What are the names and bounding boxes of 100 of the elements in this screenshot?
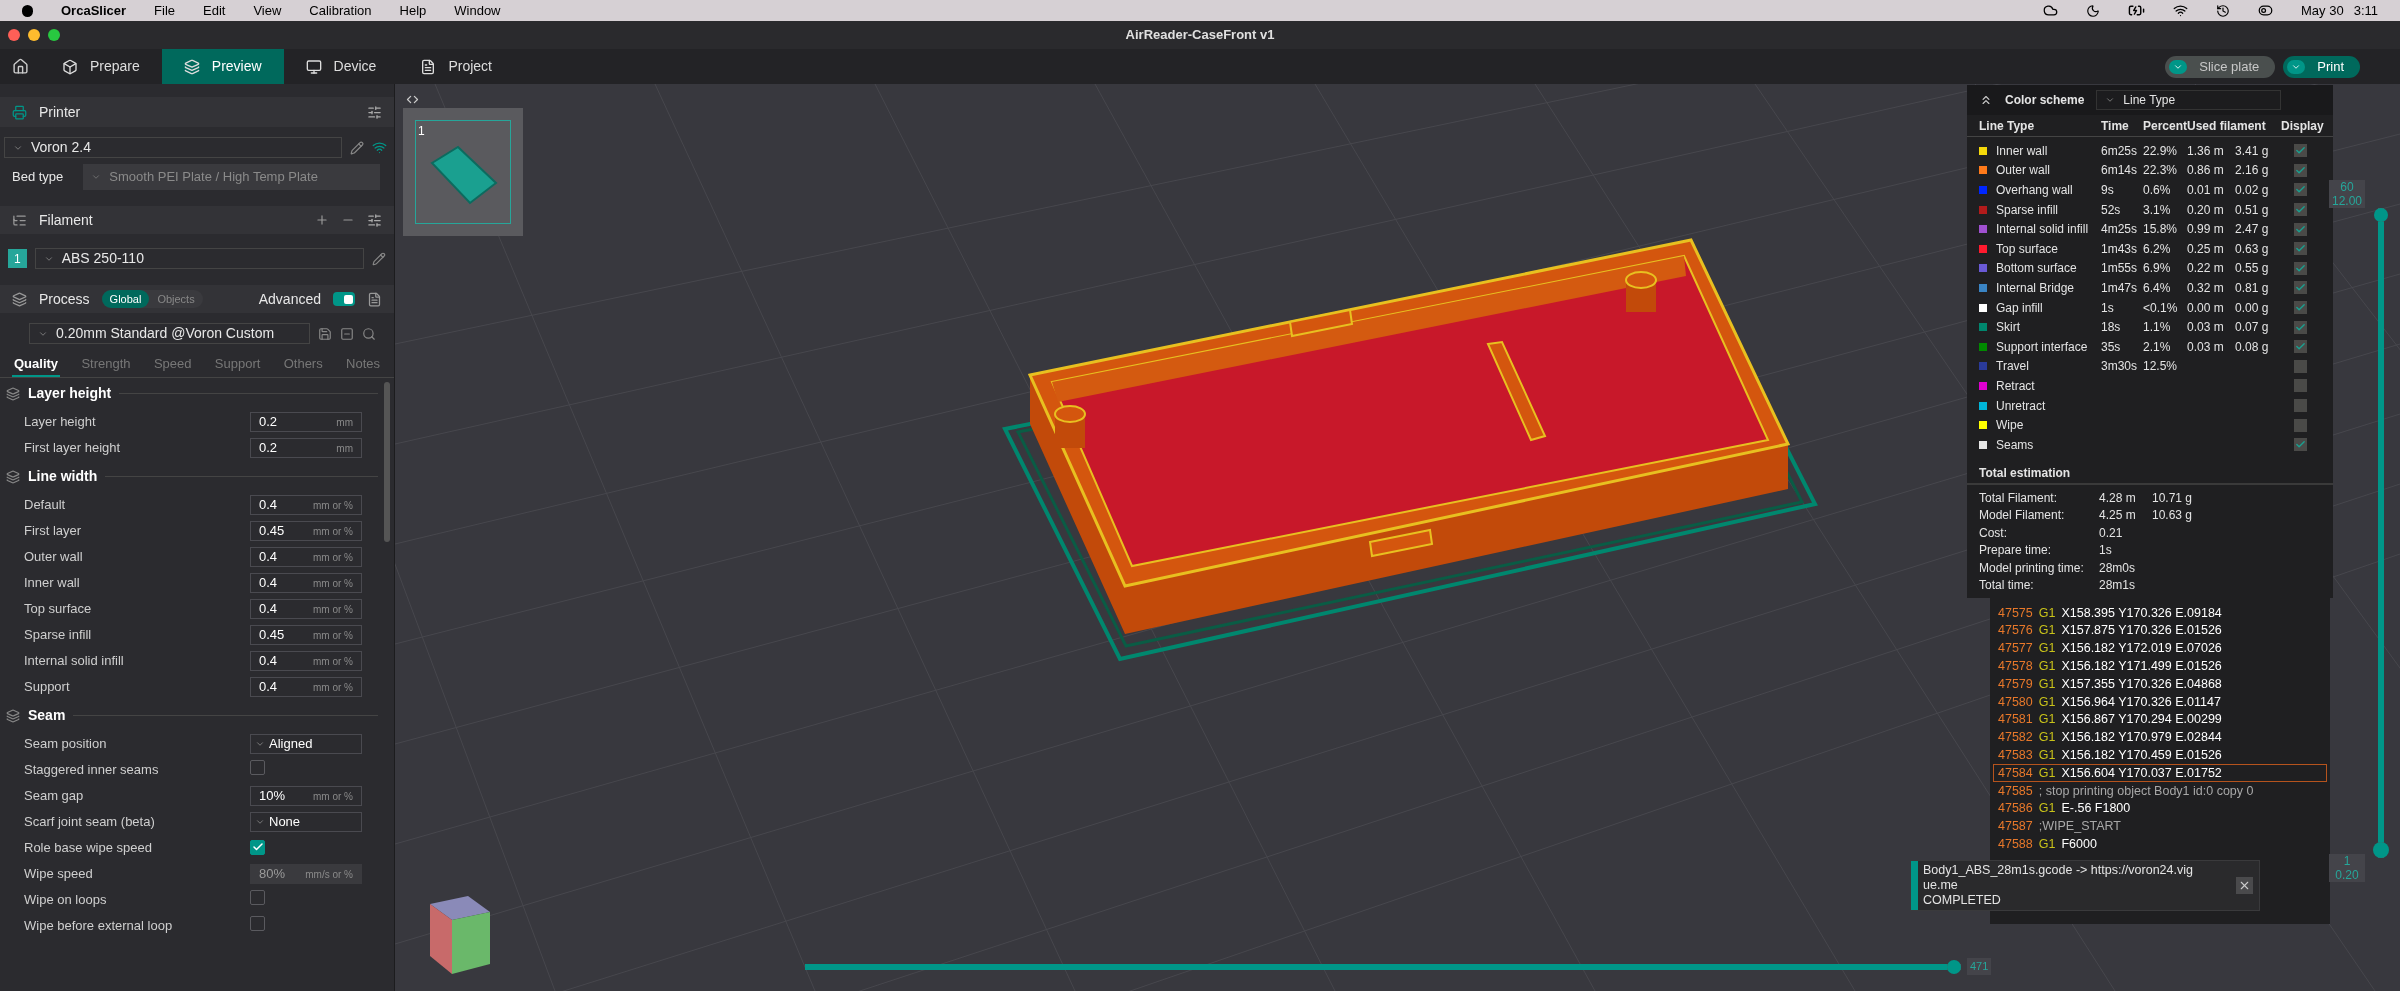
main-tab[interactable]: Project xyxy=(398,49,514,84)
add-icon[interactable] xyxy=(315,213,329,227)
display-checkbox[interactable] xyxy=(2293,163,2307,177)
menu-item[interactable]: Edit xyxy=(203,0,226,21)
gcode-line[interactable]: 47578 G1 X156.182 Y171.499 E.01526 xyxy=(1993,657,2327,676)
number-field[interactable]: 0.4 mm or % xyxy=(250,547,362,567)
display-checkbox[interactable] xyxy=(2293,242,2307,256)
number-field[interactable]: 0.45 mm or % xyxy=(250,625,362,645)
main-tab[interactable]: Device xyxy=(283,49,399,84)
number-field[interactable]: 0.45 mm or % xyxy=(250,521,362,541)
gcode-line[interactable]: 47580 G1 X156.964 Y170.326 E.01147 xyxy=(1993,693,2327,711)
collapse-icon[interactable] xyxy=(1979,93,1993,107)
action-button[interactable]: Print xyxy=(2283,55,2360,78)
menubar-time[interactable]: 3:11 xyxy=(2353,0,2378,21)
menu-item[interactable]: Calibration xyxy=(309,0,372,21)
display-checkbox[interactable] xyxy=(2293,399,2307,412)
checkbox[interactable] xyxy=(250,839,265,855)
color-scheme-dropdown[interactable]: Line Type xyxy=(2096,90,2281,110)
number-field[interactable]: 10% mm or % xyxy=(250,786,362,806)
display-checkbox[interactable] xyxy=(2293,203,2307,217)
estimate-label: Model printing time: xyxy=(1979,559,2085,577)
save-icon[interactable] xyxy=(318,326,332,341)
settings-tab[interactable]: Quality xyxy=(12,353,61,377)
main-tab[interactable]: Preview xyxy=(161,49,284,84)
number-field[interactable]: 0.4 mm or % xyxy=(250,677,362,697)
display-checkbox[interactable] xyxy=(2293,359,2307,373)
maximize-window-button[interactable] xyxy=(48,29,60,41)
display-checkbox[interactable] xyxy=(2293,281,2307,295)
gcode-line[interactable]: 47582 G1 X156.182 Y170.979 E.02844 xyxy=(1993,728,2327,747)
number-field[interactable]: 0.2 mm xyxy=(250,438,362,458)
orientation-cube-icon[interactable] xyxy=(430,896,490,974)
plate-thumbnail[interactable]: 1 xyxy=(403,108,523,236)
remove-icon[interactable] xyxy=(340,326,354,341)
checkbox[interactable] xyxy=(250,916,265,931)
gcode-line[interactable]: 47583 G1 X156.182 Y170.459 E.01526 xyxy=(1993,746,2327,765)
checkbox[interactable] xyxy=(250,760,265,775)
settings-icon[interactable] xyxy=(367,104,382,120)
clock-icon[interactable] xyxy=(2216,3,2230,18)
dropdown[interactable]: None xyxy=(250,812,362,832)
number-field[interactable]: 0.2 mm xyxy=(250,412,362,432)
table-cell: 1m47s xyxy=(2101,280,2138,295)
gcode-line[interactable]: 47576 G1 X157.875 Y170.326 E.01526 xyxy=(1993,621,2327,640)
edit-icon[interactable] xyxy=(350,140,364,155)
close-window-button[interactable] xyxy=(8,29,20,41)
layer-slider-fill[interactable] xyxy=(2373,208,2389,858)
scrollbar-thumb[interactable] xyxy=(384,382,390,542)
gcode-line[interactable]: 47577 G1 X156.182 Y172.019 E.07026 xyxy=(1993,639,2327,658)
cloud-icon[interactable] xyxy=(2043,3,2058,18)
checkbox[interactable] xyxy=(250,890,265,905)
display-checkbox[interactable] xyxy=(2293,418,2307,432)
estimate-label: Cost: xyxy=(1979,524,2008,542)
dropdown[interactable]: Aligned xyxy=(250,734,362,754)
display-checkbox[interactable] xyxy=(2293,222,2307,236)
number-field[interactable]: 0.4 mm or % xyxy=(250,573,362,593)
gcode-line[interactable]: 47587 ;WIPE_START xyxy=(1993,817,2327,836)
search-icon[interactable] xyxy=(362,326,376,341)
menu-item[interactable]: View xyxy=(253,0,282,21)
minimize-window-button[interactable] xyxy=(28,29,40,41)
gcode-line[interactable]: 47585 ; stop printing object Body1 id:0 copy 0 xyxy=(1993,781,2327,800)
display-checkbox[interactable] xyxy=(2293,301,2307,315)
home-icon[interactable] xyxy=(11,58,29,75)
menu-item[interactable]: Help xyxy=(399,0,427,21)
table-cell: 0.63 g xyxy=(2235,241,2269,256)
field-label: Bed type xyxy=(12,168,64,187)
display-checkbox[interactable] xyxy=(2293,144,2307,158)
control-center-icon[interactable] xyxy=(2258,3,2273,18)
display-checkbox[interactable] xyxy=(2293,379,2307,393)
display-checkbox[interactable] xyxy=(2293,340,2307,354)
table-cell: 3m30s xyxy=(2101,359,2138,374)
table-cell: 0.00 g xyxy=(2235,300,2269,315)
display-checkbox[interactable] xyxy=(2293,183,2307,197)
gcode-line[interactable]: 47586 G1 E-.56 F1800 xyxy=(1993,799,2327,818)
3d-viewport[interactable] xyxy=(395,84,2400,991)
table-cell: 0.20 m xyxy=(2187,202,2224,217)
close-button[interactable] xyxy=(2236,877,2253,894)
gcode-line[interactable]: 47575 G1 X158.395 Y170.326 E.09184 xyxy=(1993,604,2327,622)
display-checkbox[interactable] xyxy=(2293,320,2307,334)
moon-icon[interactable] xyxy=(2086,3,2100,18)
gcode-line[interactable]: 47579 G1 X157.355 Y170.326 E.04868 xyxy=(1993,675,2327,693)
display-checkbox[interactable] xyxy=(2293,261,2307,275)
settings-icon[interactable] xyxy=(367,212,382,228)
edit-icon[interactable] xyxy=(372,251,386,266)
menu-app-name[interactable]: OrcaSlicer xyxy=(61,0,127,21)
advanced-switch[interactable] xyxy=(333,292,355,306)
number-field[interactable]: 0.4 mm or % xyxy=(250,651,362,671)
printer-dropdown[interactable]: Voron 2.4 xyxy=(4,137,342,158)
display-checkbox[interactable] xyxy=(2293,438,2307,452)
number-field[interactable]: 0.4 mm or % xyxy=(250,495,362,515)
menu-item[interactable]: File xyxy=(154,0,175,21)
menubar-date[interactable]: May 30 xyxy=(2301,0,2344,21)
menu-item[interactable]: Window xyxy=(454,0,501,21)
wifi-icon[interactable] xyxy=(2173,3,2188,18)
process-dropdown[interactable]: 0.20mm Standard @Voron Custom xyxy=(29,323,310,344)
gcode-line[interactable]: 47588 G1 F6000 xyxy=(1993,835,2327,854)
filament-dropdown[interactable]: ABS 250-110 xyxy=(34,248,365,269)
move-slider-fill[interactable] xyxy=(805,960,1961,974)
main-tab[interactable]: Prepare xyxy=(40,49,162,84)
number-field[interactable]: 0.4 mm or % xyxy=(250,599,362,619)
scope-toggle[interactable]: Global xyxy=(101,289,150,309)
gcode-line[interactable]: 47581 G1 X156.867 Y170.294 E.00299 xyxy=(1993,710,2327,729)
